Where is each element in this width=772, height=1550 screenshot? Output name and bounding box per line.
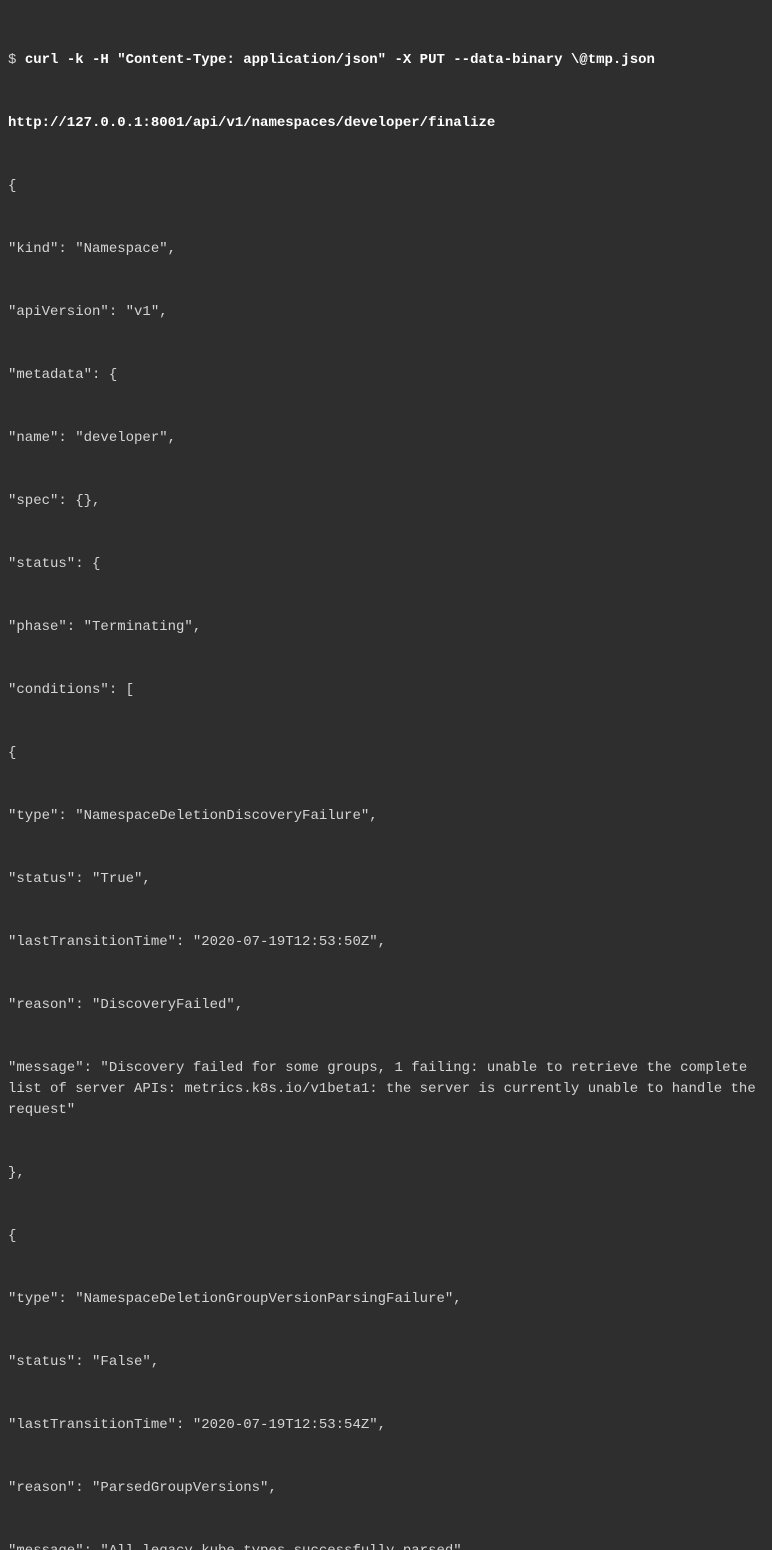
output-line: "kind": "Namespace", — [8, 239, 764, 260]
output-line: "type": "NamespaceDeletionGroupVersionPa… — [8, 1289, 764, 1310]
terminal-window: $ curl -k -H "Content-Type: application/… — [8, 8, 764, 1550]
output-line: "lastTransitionTime": "2020-07-19T12:53:… — [8, 932, 764, 953]
output-line: "status": { — [8, 554, 764, 575]
output-line: "message": "All legacy kube types succes… — [8, 1541, 764, 1550]
output-line: "name": "developer", — [8, 428, 764, 449]
output-line: "reason": "ParsedGroupVersions", — [8, 1478, 764, 1499]
output-line: "metadata": { — [8, 365, 764, 386]
output-line: "message": "Discovery failed for some gr… — [8, 1058, 764, 1121]
output-line: "status": "False", — [8, 1352, 764, 1373]
output-line: }, — [8, 1163, 764, 1184]
output-line: "conditions": [ — [8, 680, 764, 701]
output-line: "phase": "Terminating", — [8, 617, 764, 638]
output-line: { — [8, 1226, 764, 1247]
prompt-symbol: $ — [8, 52, 25, 68]
output-line: { — [8, 743, 764, 764]
output-line: "type": "NamespaceDeletionDiscoveryFailu… — [8, 806, 764, 827]
output-line: "lastTransitionTime": "2020-07-19T12:53:… — [8, 1415, 764, 1436]
output-line: "apiVersion": "v1", — [8, 302, 764, 323]
curl-command-part2: http://127.0.0.1:8001/api/v1/namespaces/… — [8, 113, 764, 134]
output-line: "status": "True", — [8, 869, 764, 890]
command-line: $ curl -k -H "Content-Type: application/… — [8, 50, 764, 71]
curl-command-part1: curl -k -H "Content-Type: application/js… — [25, 52, 655, 68]
output-line: { — [8, 176, 764, 197]
output-line: "reason": "DiscoveryFailed", — [8, 995, 764, 1016]
output-line: "spec": {}, — [8, 491, 764, 512]
